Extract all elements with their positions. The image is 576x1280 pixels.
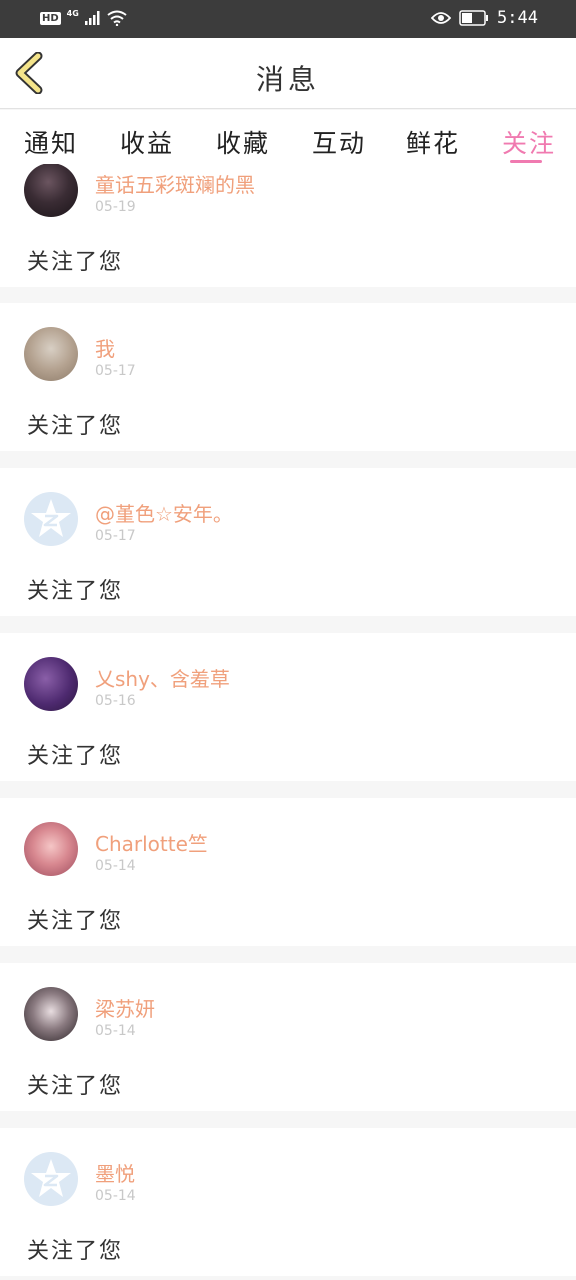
star-z-icon	[31, 499, 71, 537]
avatar[interactable]	[24, 327, 78, 381]
avatar[interactable]	[24, 657, 78, 711]
notification-text: 关注了您	[27, 744, 124, 769]
avatar[interactable]	[24, 164, 78, 217]
notification-text: 关注了您	[27, 414, 124, 439]
signal-icon	[84, 11, 100, 25]
default-avatar-icon[interactable]	[24, 492, 78, 546]
avatar[interactable]	[24, 987, 78, 1041]
user-name[interactable]: 我	[95, 333, 115, 362]
clock: 5:44	[497, 8, 538, 28]
user-name[interactable]: 乂shy、含羞草	[95, 663, 230, 692]
user-name[interactable]: @堇色☆安年。	[95, 498, 233, 527]
user-name[interactable]: Charlotte竺	[95, 828, 208, 857]
tab-flowers[interactable]: 鲜花	[406, 124, 460, 160]
status-bar: HD 4G 5:44	[0, 0, 576, 38]
tab-earnings[interactable]: 收益	[120, 124, 174, 160]
star-z-icon	[31, 1159, 71, 1197]
notification-date: 05-14	[95, 858, 136, 874]
notification-date: 05-19	[95, 199, 136, 215]
notification-date: 05-14	[95, 1188, 136, 1204]
tab-interaction[interactable]: 互动	[312, 124, 366, 160]
network-label: 4G	[66, 8, 79, 18]
notification-text: 关注了您	[27, 250, 124, 275]
list-item[interactable]: 墨悦 05-14 关注了您	[0, 1128, 576, 1276]
list-item[interactable]: @堇色☆安年。 05-17 关注了您	[0, 468, 576, 616]
default-avatar-icon[interactable]	[24, 1152, 78, 1206]
eye-icon	[431, 12, 452, 24]
notification-date: 05-16	[95, 693, 136, 709]
notification-text: 关注了您	[27, 579, 124, 604]
user-name[interactable]: 梁苏妍	[95, 993, 155, 1022]
notification-date: 05-17	[95, 528, 136, 544]
notification-text: 关注了您	[27, 1239, 124, 1264]
notification-text: 关注了您	[27, 909, 124, 934]
page-title: 消息	[255, 63, 320, 96]
tab-follow[interactable]: 关注	[502, 124, 556, 160]
user-name[interactable]: 墨悦	[95, 1158, 135, 1187]
wifi-icon	[107, 10, 127, 26]
hd-badge: HD	[40, 11, 61, 25]
notification-text: 关注了您	[27, 1074, 124, 1099]
header: 消息	[0, 38, 576, 109]
tab-notice[interactable]: 通知	[24, 124, 78, 160]
notification-date: 05-14	[95, 1023, 136, 1039]
list-item[interactable]: Charlotte竺 05-14 关注了您	[0, 798, 576, 946]
list-item[interactable]: 我 05-17 关注了您	[0, 303, 576, 451]
user-name[interactable]: 童话五彩斑斓的黑	[95, 169, 255, 198]
list-item[interactable]: 梁苏妍 05-14 关注了您	[0, 963, 576, 1111]
battery-icon	[459, 10, 489, 26]
list-item[interactable]: 乂shy、含羞草 05-16 关注了您	[0, 633, 576, 781]
notification-list[interactable]: 童话五彩斑斓的黑 05-19 关注了您 我 05-17 关注了您 @堇色☆安年。…	[0, 164, 576, 1280]
list-item[interactable]: 童话五彩斑斓的黑 05-19 关注了您	[0, 164, 576, 287]
notification-date: 05-17	[95, 363, 136, 379]
tab-favorites[interactable]: 收藏	[216, 124, 270, 160]
avatar[interactable]	[24, 822, 78, 876]
active-tab-indicator	[510, 160, 542, 163]
tab-bar: 通知 收益 收藏 互动 鲜花 关注	[0, 110, 576, 164]
